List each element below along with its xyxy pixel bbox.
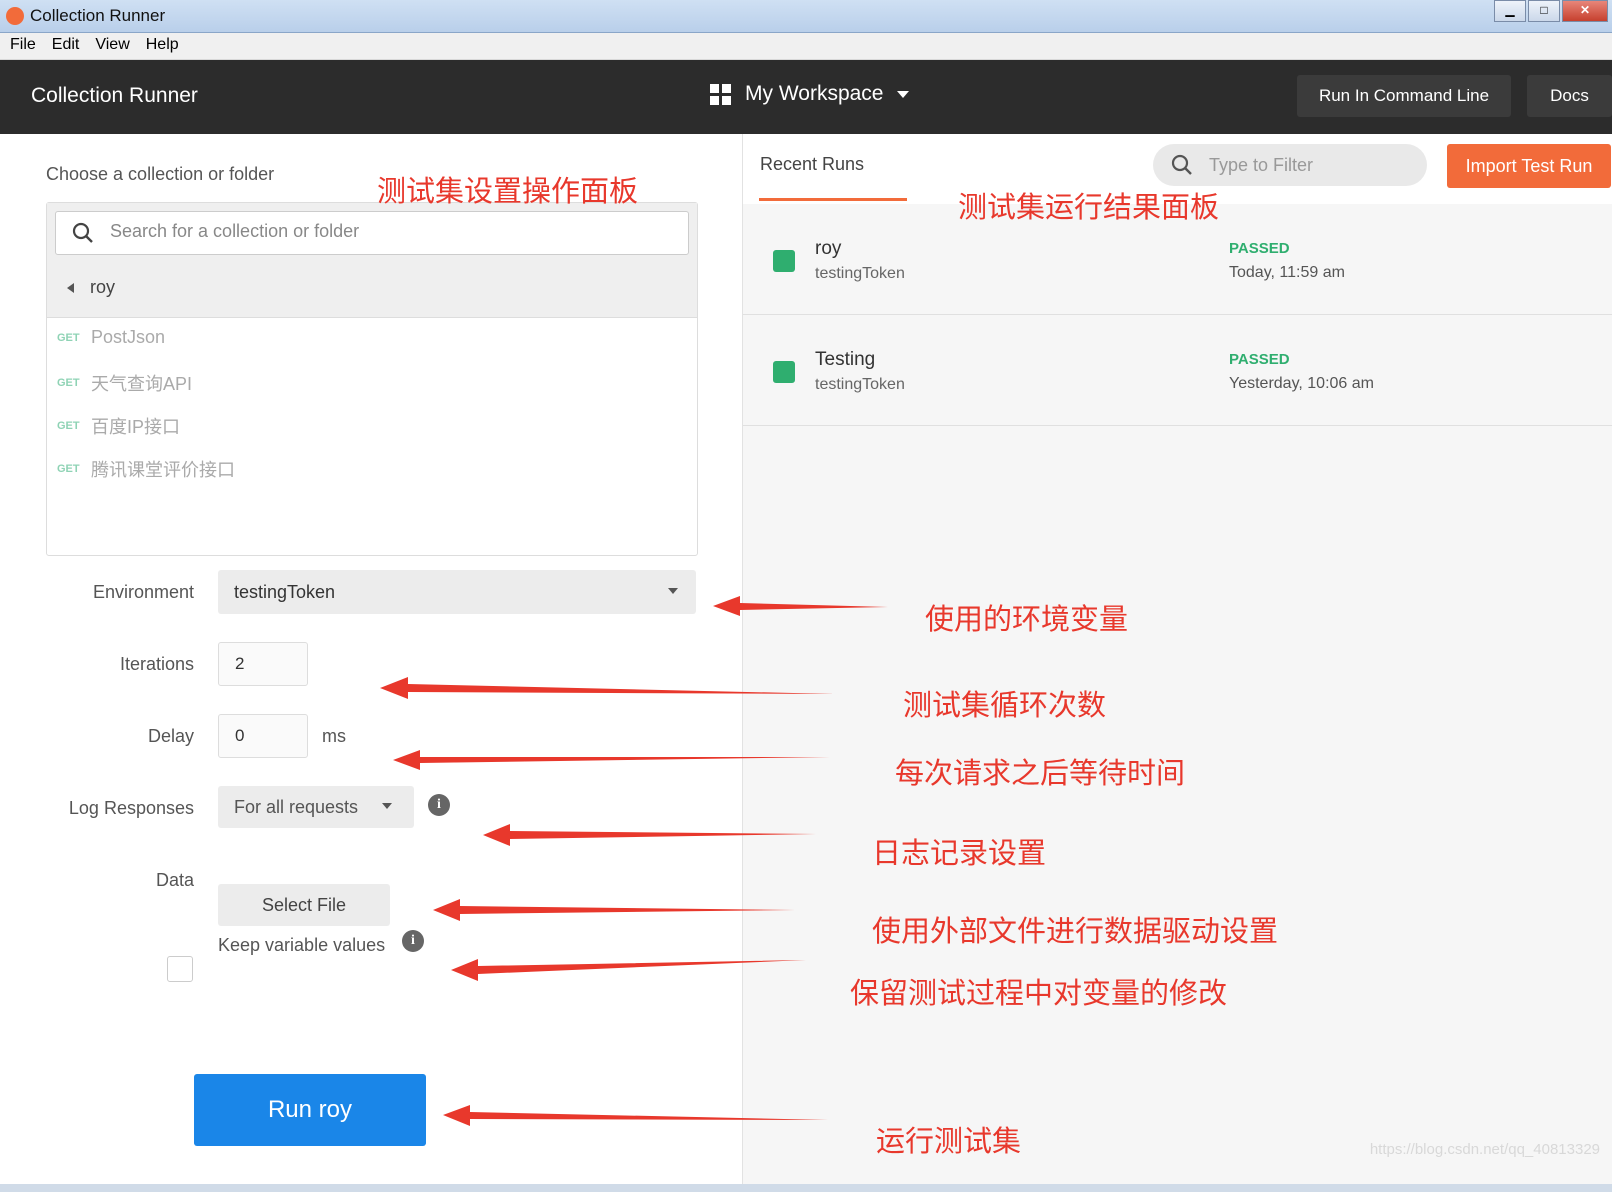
run-time: Yesterday, 10:06 am xyxy=(1229,375,1374,392)
filter-field[interactable] xyxy=(1153,144,1427,186)
window-title: Collection Runner xyxy=(30,6,166,25)
workspace-switcher[interactable]: My Workspace xyxy=(710,82,910,106)
delay-value: 0 xyxy=(235,726,245,745)
method-badge: GET xyxy=(57,377,80,389)
choose-collection-label: Choose a collection or folder xyxy=(46,164,275,184)
annotation-right-panel: 测试集运行结果面板 xyxy=(958,190,1220,224)
select-file-button[interactable]: Select File xyxy=(218,884,390,926)
recent-runs-panel: Recent Runs Import Test Run roy testingT… xyxy=(743,134,1612,1184)
postman-app-icon xyxy=(6,7,24,25)
collection-picker: roy GET PostJson GET 天气查询API GET 百度IP接口 … xyxy=(46,202,698,556)
search-icon xyxy=(1171,154,1192,175)
workspace-grid-icon xyxy=(710,83,731,105)
active-tab-indicator xyxy=(759,198,907,201)
minimize-icon[interactable]: ▁ xyxy=(1494,0,1526,22)
method-badge: GET xyxy=(57,331,80,344)
request-item[interactable]: GET 腾讯课堂评价接口 xyxy=(57,456,235,482)
menu-help[interactable]: Help xyxy=(138,33,187,59)
annotation-environment: 使用的环境变量 xyxy=(925,602,1129,636)
request-name: 百度IP接口 xyxy=(91,417,181,437)
environment-value: testingToken xyxy=(234,582,336,602)
menu-edit[interactable]: Edit xyxy=(44,33,88,59)
request-item[interactable]: GET 天气查询API xyxy=(57,370,192,396)
window-controls: ▁ □ ✕ xyxy=(1492,0,1608,22)
workspace-label: My Workspace xyxy=(745,82,884,105)
chevron-down-icon xyxy=(382,803,392,809)
keep-variable-values-checkbox[interactable] xyxy=(167,956,193,982)
iterations-value: 2 xyxy=(235,654,245,673)
data-label: Data xyxy=(155,870,194,890)
method-badge: GET xyxy=(57,420,80,432)
method-badge: GET xyxy=(57,463,80,475)
collapse-arrow-icon[interactable] xyxy=(67,282,74,293)
info-icon[interactable]: i xyxy=(428,794,450,816)
search-icon xyxy=(72,222,93,243)
annotation-log: 日志记录设置 xyxy=(872,836,1047,870)
window-bottom-border xyxy=(0,1184,1612,1192)
run-status: PASSED xyxy=(1229,351,1290,368)
maximize-icon[interactable]: □ xyxy=(1528,0,1560,22)
request-item[interactable]: GET PostJson xyxy=(57,327,165,348)
app-brand: Collection Runner xyxy=(31,84,198,107)
request-name: 腾讯课堂评价接口 xyxy=(91,460,235,480)
watermark: https://blog.csdn.net/qq_40813329 xyxy=(1369,1141,1600,1158)
app-header: Collection Runner My Workspace Run In Co… xyxy=(0,60,1612,134)
runner-settings-panel: Choose a collection or folder roy GET Po… xyxy=(0,134,743,1184)
run-in-command-line-button[interactable]: Run In Command Line xyxy=(1297,75,1511,117)
import-test-run-button[interactable]: Import Test Run xyxy=(1447,144,1611,188)
passed-status-icon xyxy=(773,361,795,383)
run-row[interactable]: Testing testingToken PASSED Yesterday, 1… xyxy=(743,315,1612,426)
run-time: Today, 11:59 am xyxy=(1229,264,1345,281)
log-responses-label: Log Responses xyxy=(68,798,194,818)
close-icon[interactable]: ✕ xyxy=(1562,0,1608,22)
iterations-input[interactable]: 2 xyxy=(218,642,308,686)
docs-button[interactable]: Docs xyxy=(1527,75,1612,117)
collection-name: roy xyxy=(90,277,116,297)
annotation-delay: 每次请求之后等待时间 xyxy=(895,756,1186,790)
environment-select[interactable]: testingToken xyxy=(218,570,696,614)
keep-variable-values-label: Keep variable values xyxy=(218,935,386,955)
log-responses-select[interactable]: For all requests xyxy=(218,786,414,828)
window-titlebar: Collection Runner ▁ □ ✕ xyxy=(0,0,1612,33)
collection-search-area: roy xyxy=(47,203,697,318)
request-name: 天气查询API xyxy=(91,374,193,394)
run-name: roy xyxy=(815,238,842,259)
request-item[interactable]: GET 百度IP接口 xyxy=(57,413,180,439)
run-environment: testingToken xyxy=(815,265,905,282)
annotation-run: 运行测试集 xyxy=(876,1124,1022,1158)
info-icon[interactable]: i xyxy=(402,930,424,952)
tab-recent-runs[interactable]: Recent Runs xyxy=(760,154,864,175)
annotation-left-panel: 测试集设置操作面板 xyxy=(377,174,639,208)
menu-file[interactable]: File xyxy=(0,33,44,59)
annotation-keep: 保留测试过程中对变量的修改 xyxy=(850,976,1228,1010)
filter-input[interactable] xyxy=(1207,154,1411,177)
chevron-down-icon xyxy=(897,90,910,98)
annotation-data: 使用外部文件进行数据驱动设置 xyxy=(872,914,1279,948)
delay-input[interactable]: 0 xyxy=(218,714,308,758)
menu-view[interactable]: View xyxy=(87,33,137,59)
collection-search-field[interactable] xyxy=(55,211,689,255)
chevron-down-icon xyxy=(668,588,678,594)
environment-label: Environment xyxy=(92,582,194,602)
collection-search-input[interactable] xyxy=(108,220,672,243)
passed-status-icon xyxy=(773,250,795,272)
menu-bar: File Edit View Help xyxy=(0,33,1612,60)
delay-unit: ms xyxy=(322,726,346,746)
request-name: PostJson xyxy=(91,327,166,347)
run-environment: testingToken xyxy=(815,376,905,393)
run-collection-button[interactable]: Run roy xyxy=(194,1074,426,1146)
collection-item-roy[interactable]: roy xyxy=(67,277,115,298)
run-status: PASSED xyxy=(1229,240,1290,257)
annotation-iterations: 测试集循环次数 xyxy=(903,688,1107,722)
delay-label: Delay xyxy=(147,726,194,746)
log-responses-value: For all requests xyxy=(234,797,359,817)
iterations-label: Iterations xyxy=(119,654,194,674)
run-name: Testing xyxy=(815,349,876,370)
